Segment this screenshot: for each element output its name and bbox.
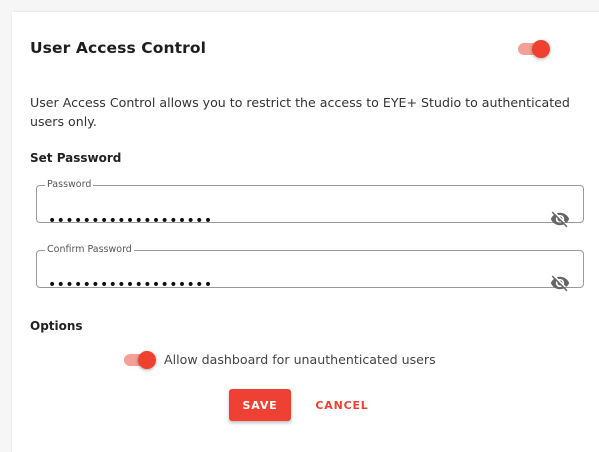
toggle-thumb — [138, 351, 156, 369]
eye-off-icon[interactable] — [549, 209, 571, 229]
page-title: User Access Control — [30, 39, 207, 57]
confirm-password-field[interactable]: Confirm Password ••••••••••••••••••• — [36, 244, 584, 293]
password-input[interactable]: ••••••••••••••••••• — [48, 213, 213, 229]
save-button[interactable]: SAVE — [229, 389, 291, 421]
toggle-thumb — [532, 40, 550, 58]
eye-off-icon[interactable] — [549, 273, 571, 293]
dashboard-access-toggle[interactable] — [122, 348, 158, 372]
confirm-password-input[interactable]: ••••••••••••••••••• — [48, 277, 213, 293]
cancel-button[interactable]: CANCEL — [308, 389, 376, 421]
dashboard-access-label: Allow dashboard for unauthenticated user… — [164, 352, 436, 367]
password-field[interactable]: Password ••••••••••••••••••• — [36, 179, 584, 229]
user-access-control-card — [12, 12, 599, 452]
set-password-heading: Set Password — [30, 151, 122, 165]
password-field-label: Password — [47, 179, 92, 190]
options-heading: Options — [30, 319, 83, 333]
description-text: User Access Control allows you to restri… — [30, 95, 570, 129]
user-access-control-toggle[interactable] — [516, 37, 552, 61]
confirm-password-field-label: Confirm Password — [47, 244, 132, 255]
